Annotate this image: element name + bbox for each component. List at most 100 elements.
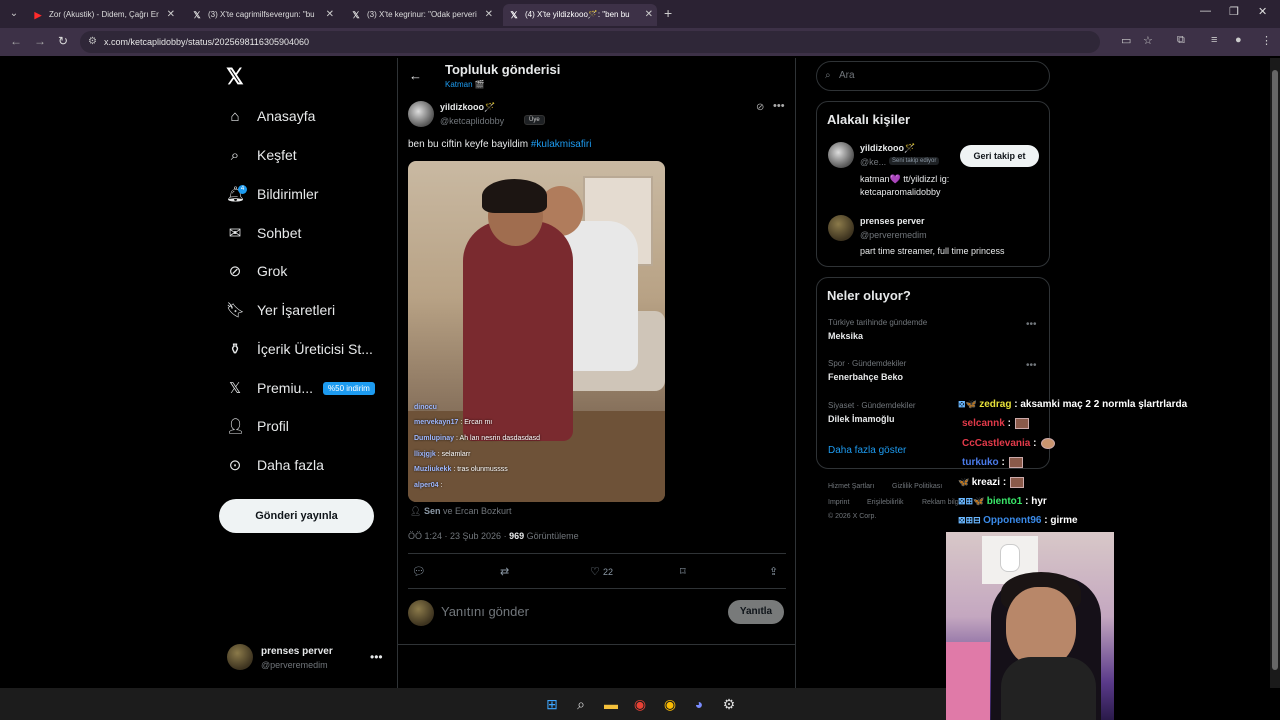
nav-chat[interactable]: ✉ Sohbet xyxy=(226,219,302,247)
close-tab-icon[interactable]: ✕ xyxy=(485,4,493,26)
browser-tab[interactable]: ▶ Zor (Akustik) - Didem, Çağrı Er ✕ xyxy=(27,4,179,26)
nav-explore[interactable]: ⌕ Keşfet xyxy=(226,141,297,169)
account-name: prenses perver xyxy=(261,646,333,657)
browser-tab[interactable]: 𝕏 (3) X'te cagrimilfsevergun: "bu ✕ xyxy=(186,4,338,26)
video-chat-line: llixjgjk : selamlarr xyxy=(414,451,471,458)
stream-chat-line: ⊠🦋 zedrag : aksamki maç 2 2 normla şlart… xyxy=(958,399,1188,410)
page-title: Topluluk gönderisi xyxy=(445,62,561,77)
grok-icon: ⊘ xyxy=(228,263,242,280)
extensions-icon[interactable]: ⧉ xyxy=(1177,34,1185,47)
community-link[interactable]: Katman 🎬 xyxy=(445,80,485,89)
search-icon: ⌕ xyxy=(230,146,240,164)
restore-button[interactable]: ❐ xyxy=(1229,5,1239,18)
reply-icon[interactable]: 💬︎ xyxy=(412,565,426,578)
scrollbar[interactable] xyxy=(1270,58,1280,688)
nav-premium[interactable]: 𝕏 Premiu... %50 indirim xyxy=(226,374,375,402)
author-name[interactable]: yildizkooo🪄 xyxy=(440,102,495,113)
app-icon[interactable]: ⚙ xyxy=(719,694,739,714)
taskbar-search-icon[interactable]: ⌕ xyxy=(571,694,591,714)
bookmark-icon[interactable]: ⌑ xyxy=(680,565,686,578)
reply-button[interactable]: Yanıtla xyxy=(728,600,784,624)
close-tab-icon[interactable]: ✕ xyxy=(167,4,175,26)
profile-avatar-icon[interactable]: ● xyxy=(1235,34,1242,46)
view-count: 969 xyxy=(509,531,525,541)
back-arrow-icon[interactable]: ← xyxy=(409,68,422,83)
account-switcher[interactable]: prenses perver @perveremedim ••• xyxy=(227,644,387,674)
divider xyxy=(408,588,786,589)
video-chat-line: Muzliukekk : tras olunmussss xyxy=(414,466,508,473)
chrome-icon[interactable]: ◉ xyxy=(630,694,650,714)
chrome-active-icon[interactable]: ◉ xyxy=(660,694,680,714)
reload-icon[interactable]: ↻ xyxy=(58,34,68,48)
nav-home[interactable]: ⌂ Anasayfa xyxy=(226,102,315,130)
browser-tab-active[interactable]: 𝕏 (4) X'te yildizkooo🪄: "ben bu ✕ xyxy=(503,4,657,26)
more-dots-icon[interactable]: ••• xyxy=(1026,319,1037,330)
copyright: © 2026 X Corp. xyxy=(828,513,877,520)
file-explorer-icon[interactable]: ▬ xyxy=(601,694,621,714)
emote-icon xyxy=(1008,457,1023,468)
minimize-button[interactable]: — xyxy=(1200,5,1211,17)
cast-icon[interactable]: ▭ xyxy=(1121,34,1131,47)
webcam-overlay xyxy=(946,532,1114,720)
stream-chat-line: selcannk : xyxy=(958,418,1029,429)
footer-link[interactable]: Erişilebilirlik xyxy=(867,499,904,506)
premium-discount-badge: %50 indirim xyxy=(323,381,375,395)
post-video[interactable]: dinocu mervekayn17 : Ercan mı Dumlupinay… xyxy=(408,161,665,502)
address-bar[interactable]: ⚙ x.com/ketcaplidobby/status/20256981163… xyxy=(80,31,1100,53)
footer-link[interactable]: Hizmet Şartları xyxy=(828,483,874,490)
author-handle[interactable]: @ketcaplidobby xyxy=(440,116,504,126)
stream-chat-line: turkuko : xyxy=(958,457,1023,468)
windows-start-icon[interactable]: ⊞ xyxy=(542,694,562,714)
share-icon[interactable]: ⇪ xyxy=(769,565,778,578)
repost-icon[interactable]: ⇄ xyxy=(500,565,509,578)
browser-menu-icon[interactable]: ⋮ xyxy=(1261,34,1272,47)
back-nav-icon[interactable]: ← xyxy=(10,34,22,48)
notification-badge: 4 xyxy=(238,185,247,194)
person-avatar[interactable] xyxy=(828,142,854,168)
more-dots-icon[interactable]: ••• xyxy=(1026,360,1037,371)
close-window-button[interactable]: ✕ xyxy=(1258,5,1267,18)
trend-category: Spor · Gündemdekiler xyxy=(828,359,907,368)
post-button[interactable]: Gönderi yayınla xyxy=(219,499,374,533)
x-logo[interactable]: 𝕏 xyxy=(226,64,244,90)
bookmark-star-icon[interactable]: ☆ xyxy=(1143,34,1153,47)
hashtag-link[interactable]: #kulakmisafiri xyxy=(531,139,592,150)
grok-icon[interactable]: ⊘ xyxy=(756,102,764,113)
nav-grok[interactable]: ⊘ Grok xyxy=(226,257,288,285)
search-input[interactable]: ⌕ Ara xyxy=(816,61,1050,91)
person-handle: @perveremedim xyxy=(860,230,927,240)
more-circle-icon: ⊙ xyxy=(228,457,242,474)
reply-input[interactable]: Yanıtını gönder xyxy=(441,604,529,619)
trend-name[interactable]: Meksika xyxy=(828,331,863,341)
close-tab-icon[interactable]: ✕ xyxy=(645,4,653,26)
media-icon[interactable]: ≡ xyxy=(1211,34,1217,46)
browser-tab[interactable]: 𝕏 (3) X'te kegrinur: "Odak perveri ✕ xyxy=(345,4,497,26)
nav-bookmarks[interactable]: 🔖︎ Yer İşaretleri xyxy=(226,296,335,324)
nav-notifications[interactable]: 🔔︎ 4 Bildirimler xyxy=(226,180,318,208)
tab-search-icon[interactable]: ⌄ xyxy=(6,6,22,22)
like-button[interactable]: ♡ 22 xyxy=(590,565,613,578)
more-dots-icon[interactable]: ••• xyxy=(370,650,383,664)
new-tab-button[interactable]: + xyxy=(664,4,672,22)
person-avatar[interactable] xyxy=(828,215,854,241)
nav-creator-studio[interactable]: ⚱ İçerik Üreticisi St... xyxy=(226,335,373,363)
person-name[interactable]: prenses perver xyxy=(860,216,925,226)
member-badge: Üye xyxy=(524,115,545,125)
footer-link[interactable]: Imprint xyxy=(828,499,849,506)
stream-chat-line: ⊠⊞🦋 biento1 : hyr xyxy=(958,496,1047,507)
follow-back-button[interactable]: Geri takip et xyxy=(960,145,1039,167)
scrollbar-thumb[interactable] xyxy=(1272,70,1278,670)
person-name[interactable]: yildizkooo🪄 xyxy=(860,143,915,154)
nav-more[interactable]: ⊙ Daha fazla xyxy=(226,451,324,479)
author-avatar[interactable] xyxy=(408,101,434,127)
forward-nav-icon[interactable]: → xyxy=(34,34,46,48)
footer-link[interactable]: Gizlilik Politikası xyxy=(892,483,942,490)
show-more-link[interactable]: Daha fazla göster xyxy=(828,445,906,456)
discord-icon[interactable]: ◕ xyxy=(689,694,709,714)
trend-name[interactable]: Fenerbahçe Beko xyxy=(828,372,903,382)
close-tab-icon[interactable]: ✕ xyxy=(326,4,334,26)
trend-name[interactable]: Dilek İmamoğlu xyxy=(828,414,895,424)
nav-profile[interactable]: 👤︎ Profil xyxy=(226,412,289,440)
more-dots-icon[interactable]: ••• xyxy=(773,100,785,112)
site-info-icon[interactable]: ⚙ xyxy=(88,31,97,53)
